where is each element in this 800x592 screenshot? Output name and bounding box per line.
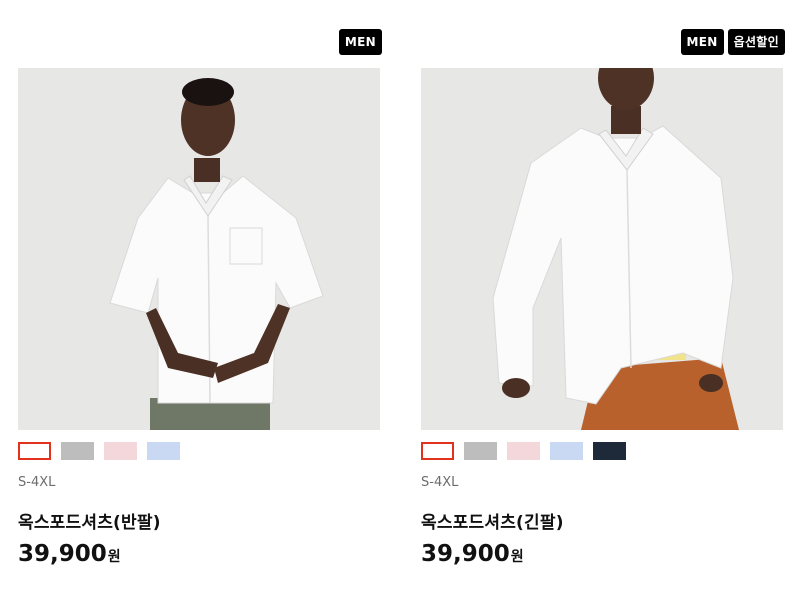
product-name[interactable]: 옥스포드셔츠(반팔)	[18, 508, 161, 533]
size-range: S-4XL	[18, 475, 56, 490]
price-currency: 원	[510, 549, 524, 565]
color-swatch-gray[interactable]	[61, 442, 94, 460]
color-swatch-white[interactable]	[18, 442, 51, 460]
product-image[interactable]	[421, 68, 783, 430]
tag-men: MEN	[338, 29, 382, 55]
product-price: 39,900원	[18, 541, 121, 567]
product-tags: MEN 옵션할인	[680, 29, 785, 57]
color-swatch-blue[interactable]	[550, 442, 583, 460]
price-value: 39,900	[18, 541, 107, 567]
tag-men: MEN	[680, 29, 724, 55]
size-range: S-4XL	[421, 475, 459, 490]
product-tags: MEN	[338, 29, 382, 57]
product-name[interactable]: 옥스포드셔츠(긴팔)	[421, 508, 564, 533]
product-card[interactable]: MEN 옵션할인 S-4XL 옥스포드셔츠(긴팔) 39,900원	[421, 0, 785, 592]
color-swatches	[421, 442, 626, 462]
color-swatches	[18, 442, 180, 462]
color-swatch-gray[interactable]	[464, 442, 497, 460]
color-swatch-blue[interactable]	[147, 442, 180, 460]
product-image[interactable]	[18, 68, 380, 430]
product-card[interactable]: MEN S-4XL 옥스포드셔츠(반팔) 39,900원	[18, 0, 382, 592]
color-swatch-pink[interactable]	[507, 442, 540, 460]
price-currency: 원	[107, 549, 121, 565]
color-swatch-white[interactable]	[421, 442, 454, 460]
price-value: 39,900	[421, 541, 510, 567]
tag-option-discount: 옵션할인	[727, 29, 785, 55]
color-swatch-pink[interactable]	[104, 442, 137, 460]
product-price: 39,900원	[421, 541, 524, 567]
color-swatch-navy[interactable]	[593, 442, 626, 460]
